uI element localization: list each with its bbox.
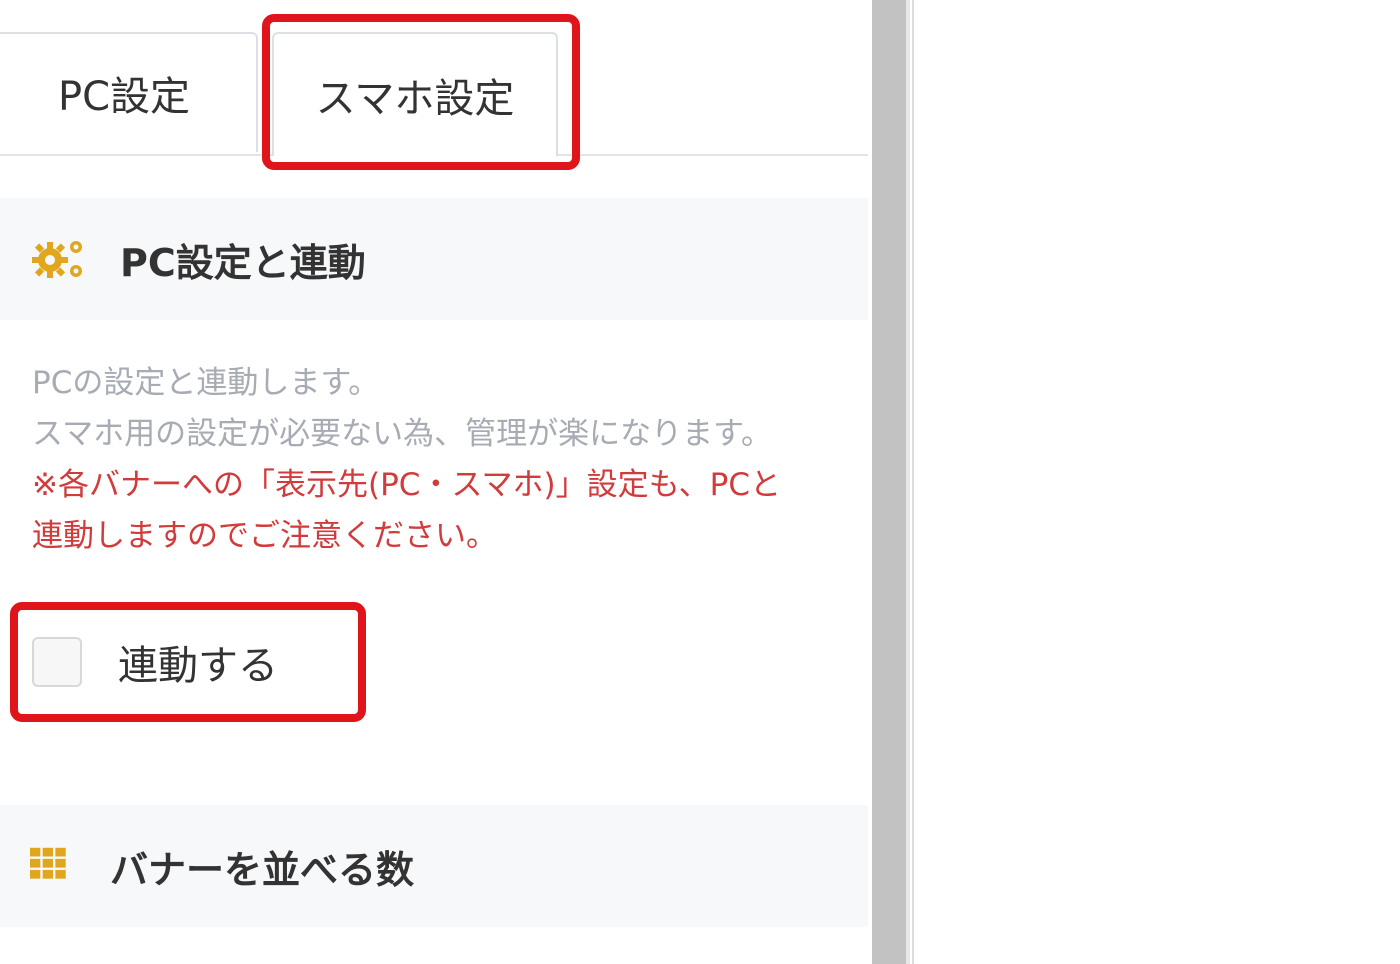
grid-icon [30, 847, 66, 879]
gears-icon [32, 241, 82, 278]
sync-checkbox-row[interactable]: 連動する [32, 636, 278, 689]
sync-warning-line: 連動しますのでご注意ください。 [32, 518, 497, 554]
sync-description: PCの設定と連動します。 スマホ用の設定が必要ない為、管理が楽になります。 [32, 358, 852, 460]
tab-bar: PC設定 スマホ設定 [0, 0, 868, 156]
sync-section-header: PC設定と連動 [0, 198, 868, 320]
tab-smartphone-settings[interactable]: スマホ設定 [272, 32, 558, 156]
banner-count-section-title: バナーを並べる数 [110, 847, 415, 892]
vertical-scrollbar[interactable] [872, 0, 910, 964]
sync-checkbox-label: 連動する [118, 643, 278, 689]
settings-panel: PC設定 スマホ設定 PC設定と連動 PCの設定と連動します。 スマホ用の設定が… [0, 0, 872, 964]
tab-pc-settings[interactable]: PC設定 [0, 32, 258, 152]
preview-pane [912, 0, 1400, 964]
sync-warning-line: ※各バナーへの「表示先(PC・スマホ)」設定も、PCと [32, 467, 781, 503]
sync-description-line: PCの設定と連動します。 [32, 365, 380, 401]
sync-section-title: PC設定と連動 [120, 240, 366, 285]
tab-pc-settings-label: PC設定 [57, 74, 191, 120]
sync-warning: ※各バナーへの「表示先(PC・スマホ)」設定も、PCと 連動しますのでご注意くだ… [32, 460, 852, 562]
sync-checkbox[interactable] [32, 637, 82, 687]
banner-count-section-header: バナーを並べる数 [0, 805, 868, 927]
tab-smartphone-settings-label: スマホ設定 [315, 76, 515, 122]
sync-description-line: スマホ用の設定が必要ない為、管理が楽になります。 [32, 416, 772, 452]
